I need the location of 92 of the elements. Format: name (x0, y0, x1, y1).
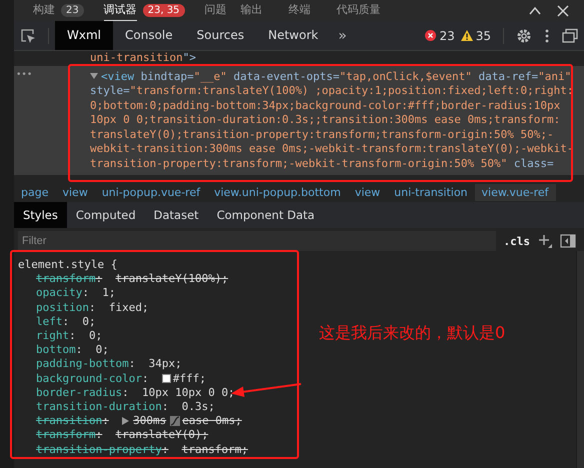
property-name[interactable]: transition-property (36, 442, 162, 457)
code-line: uni-transition"> (90, 51, 197, 66)
property-value[interactable]: 1; (102, 286, 116, 301)
breadcrumb-item[interactable]: view (55, 184, 95, 200)
property-colon: : (62, 314, 70, 330)
styles-tab[interactable]: Styles (14, 202, 67, 228)
breadcrumb-item[interactable]: view.vue-ref (474, 184, 556, 200)
property-colon: : (142, 372, 149, 386)
dock-icon[interactable] (562, 28, 578, 44)
property-value[interactable]: 0; (89, 329, 102, 344)
annotation-note: 这是我后来改的，默认是0 (319, 323, 506, 344)
property-colon: : (96, 428, 102, 443)
cls-toggle[interactable]: .cls (504, 234, 530, 248)
property-name[interactable]: opacity (36, 286, 82, 301)
code-line: 10px 0 0;transition-duration:0.3s;;transition:300ms ease 0ms;transform: (90, 113, 562, 128)
error-icon (425, 30, 436, 41)
collapse-triangle-icon[interactable] (90, 72, 98, 80)
styles-tab[interactable]: Component Data (208, 202, 324, 228)
ellipsis-marker[interactable]: ••• (16, 68, 32, 82)
easing-curve-icon[interactable] (170, 416, 180, 426)
error-count: 23 (439, 28, 455, 42)
devtools-tab[interactable]: Sources (184, 21, 256, 50)
close-icon[interactable] (556, 4, 570, 18)
breadcrumb-item[interactable]: page (14, 184, 56, 200)
color-swatch[interactable] (162, 374, 171, 384)
property-name[interactable]: left (36, 314, 62, 330)
code-line: <view bindtap="__e" data-event-opts="tap,onClick,$event" data-ref="ani" (90, 70, 584, 84)
property-name[interactable]: position (36, 300, 89, 315)
property-value[interactable]: fixed; (108, 300, 149, 315)
property-value[interactable]: 0; (82, 314, 96, 330)
property-colon: : (162, 400, 168, 414)
warning-count: 35 (476, 28, 491, 42)
property-value[interactable]: 34px; (148, 357, 182, 372)
property-name[interactable]: background-color (36, 372, 142, 386)
property-name[interactable]: bottom (36, 343, 76, 358)
sidebar-toggle-icon[interactable] (560, 234, 576, 248)
property-colon: : (96, 272, 102, 286)
rule-selector: element.style { (18, 258, 118, 272)
property-name[interactable]: transform (36, 272, 96, 286)
property-value[interactable]: 300ms (133, 414, 166, 428)
property-name[interactable]: transform (36, 428, 96, 443)
breadcrumb-item[interactable]: view.uni-popup.bottom (207, 184, 348, 200)
property-colon: : (82, 286, 89, 301)
property-value[interactable]: ease 0ms; (182, 414, 242, 428)
annotation-arrow (230, 382, 302, 398)
breadcrumb-item[interactable]: uni-transition (387, 184, 475, 200)
property-name[interactable]: border-radius (36, 386, 122, 400)
property-value[interactable]: 0.3s; (182, 400, 215, 414)
code-line: transition-property:transform;-webkit-transform-origin:50% 50%" class= (90, 156, 555, 171)
property-colon: : (102, 414, 109, 428)
property-value[interactable]: transform; (182, 442, 248, 457)
styles-tab[interactable]: Dataset (144, 202, 208, 228)
property-name[interactable]: transition-duration (36, 400, 162, 414)
property-value[interactable]: 10px 10px 0 0; (142, 386, 235, 400)
property-colon: : (162, 442, 168, 457)
property-value[interactable]: #fff; (172, 372, 206, 386)
expand-triangle-icon[interactable] (122, 417, 130, 426)
add-icon[interactable] (538, 234, 552, 248)
panel-tab[interactable]: 构建 (33, 0, 55, 21)
panel-tab[interactable]: 问题 (204, 0, 227, 21)
code-line: style="transform:translateY(100%) ;opacity:1;position:fixed;left:0;right: (90, 84, 574, 98)
property-colon: : (69, 329, 76, 344)
breadcrumb-item[interactable]: uni-popup.vue-ref (94, 184, 208, 200)
filter-field[interactable]: Filter (18, 231, 496, 251)
property-colon: : (76, 343, 82, 358)
panel-tab[interactable]: 输出 (240, 0, 263, 21)
property-colon: : (88, 300, 96, 315)
code-line: translateY(0);transition-property:transform;transform-origin:50% 50%;- (90, 128, 555, 142)
property-colon: : (122, 386, 129, 400)
property-name[interactable]: right (36, 329, 70, 344)
devtools-tab[interactable]: Network (256, 21, 330, 50)
count-badge: 23 (61, 4, 84, 17)
devtools-tab[interactable]: Wxml (55, 21, 113, 50)
settings-icon[interactable] (516, 28, 532, 44)
panel-tab[interactable]: 终端 (288, 0, 311, 21)
property-value[interactable]: 0; (96, 343, 109, 358)
code-line: 0;bottom:0;padding-bottom:34px;background-color:#fff;border-radius:10px (90, 98, 562, 113)
panel-tab[interactable]: 代码质量 (336, 0, 381, 21)
code-line: webkit-transition:300ms ease 0ms;-webkit-transform:translateY(0);-webkit- (90, 142, 574, 156)
more-tabs-button[interactable]: » (330, 28, 355, 44)
breadcrumb-item[interactable]: view (348, 184, 388, 200)
devtools-tab[interactable]: Console (113, 21, 185, 50)
property-colon: : (128, 357, 136, 372)
property-name[interactable]: padding-bottom (36, 357, 129, 372)
property-value[interactable]: translateY(100%); (115, 272, 228, 286)
warning-icon (460, 30, 473, 41)
styles-tab[interactable]: Computed (66, 202, 145, 228)
count-badge: 23, 35 (142, 4, 185, 17)
more-options-icon[interactable] (544, 28, 550, 44)
property-name[interactable]: transition (36, 414, 102, 428)
property-value[interactable]: translateY(0); (115, 428, 208, 443)
inspect-icon[interactable] (20, 28, 36, 44)
